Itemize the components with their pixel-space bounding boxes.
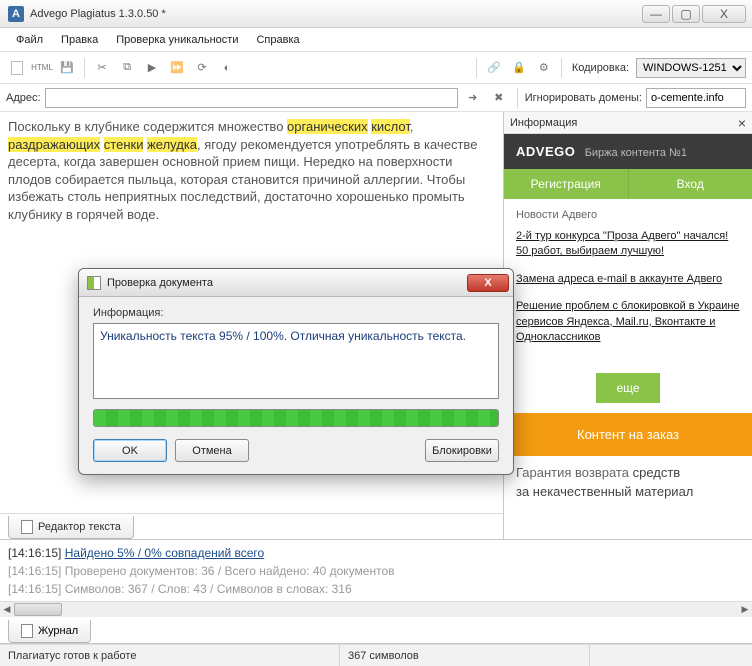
separator (517, 88, 518, 108)
toolbar-link-icon[interactable]: 🔗 (483, 57, 505, 79)
text-highlight: кислот (371, 119, 410, 134)
log-link[interactable]: Найдено 5% / 0% (65, 546, 162, 560)
encoding-label: Кодировка: (572, 62, 629, 74)
dialog-info-label: Информация: (93, 307, 499, 319)
text-highlight: желудка (147, 137, 197, 152)
log-horizontal-scrollbar[interactable]: ◀ ▶ (0, 601, 752, 617)
advego-logo: ADVEGO (516, 144, 575, 159)
cancel-button[interactable]: Отмена (175, 439, 249, 462)
status-chars: 367 символов (340, 645, 590, 666)
window-minimize-button[interactable]: — (642, 5, 670, 23)
tab-editor[interactable]: Редактор текста (8, 516, 134, 539)
toolbar-separator (476, 58, 477, 78)
news-block: Новости Адвего 2-й тур конкурса "Проза А… (504, 199, 752, 367)
document-icon (21, 624, 33, 638)
info-panel-title: Информация (510, 117, 577, 129)
toolbar-gear-icon[interactable]: ⚙ (533, 57, 555, 79)
window-maximize-button[interactable]: ▢ (672, 5, 700, 23)
clear-address-icon[interactable]: ✖ (488, 87, 510, 109)
address-label: Адрес: (6, 92, 41, 104)
ok-button[interactable]: OK (93, 439, 167, 462)
scroll-left-icon[interactable]: ◀ (0, 602, 14, 617)
info-panel: Информация × ADVEGO Биржа контента №1 Ре… (504, 112, 752, 539)
editor-tabs: Редактор текста (0, 513, 503, 539)
dialog-buttons: OK Отмена Блокировки (93, 439, 499, 462)
news-link[interactable]: 2-й тур конкурса "Проза Адвего" начался!… (516, 229, 740, 260)
toolbar-html-icon[interactable]: HTML (31, 57, 53, 79)
tab-label: Журнал (38, 625, 78, 637)
register-button[interactable]: Регистрация (504, 169, 628, 199)
log-link[interactable]: совпадений всего (162, 546, 264, 560)
check-dialog: Проверка документа X Информация: Уникаль… (78, 268, 514, 475)
dialog-progressbar (93, 409, 499, 427)
toolbar-new-icon[interactable] (6, 57, 28, 79)
log-text[interactable]: [14:16:15] Найдено 5% / 0% совпадений вс… (0, 540, 752, 601)
dialog-title: Проверка документа (107, 277, 467, 289)
toolbar-copy-icon[interactable]: ⧉ (116, 57, 138, 79)
login-button[interactable]: Вход (628, 169, 752, 199)
dialog-icon (87, 276, 101, 290)
address-bar: Адрес: ➜ ✖ Игнорировать домены: (0, 84, 752, 112)
log-timestamp: [14:16:15] (8, 546, 61, 560)
order-content-button[interactable]: Контент на заказ (504, 413, 752, 456)
text-highlight: стенки (104, 137, 144, 152)
window-close-button[interactable]: X (702, 5, 746, 23)
menubar: Файл Правка Проверка уникальности Справк… (0, 28, 752, 52)
menu-edit[interactable]: Правка (53, 31, 106, 49)
tab-label: Редактор текста (38, 521, 121, 533)
info-panel-close-icon[interactable]: × (738, 115, 746, 131)
dialog-body: Информация: Уникальность текста 95% / 10… (79, 297, 513, 474)
log-tabs: Журнал (0, 617, 752, 643)
ignore-domains-input[interactable] (646, 88, 746, 108)
tab-log[interactable]: Журнал (8, 620, 91, 643)
toolbar-separator (561, 58, 562, 78)
advego-banner: ADVEGO Биржа контента №1 (504, 134, 752, 169)
advego-nav: Регистрация Вход (504, 169, 752, 199)
toolbar-refresh-icon[interactable]: ⟳ (191, 57, 213, 79)
advego-tagline: Биржа контента №1 (585, 147, 687, 159)
toolbar-ff-icon[interactable]: ⏩ (166, 57, 188, 79)
menu-help[interactable]: Справка (248, 31, 307, 49)
log-line: [14:16:15] Проверено документов: 36 / Вс… (8, 562, 744, 580)
guarantee-text: Гарантия возврата средств за некачествен… (504, 456, 752, 508)
dialog-titlebar: Проверка документа X (79, 269, 513, 297)
toolbar-play-icon[interactable]: ▶ (141, 57, 163, 79)
dialog-close-button[interactable]: X (467, 274, 509, 292)
toolbar-globe-icon[interactable]: ◐ (216, 57, 238, 79)
text-highlight: органических (287, 119, 368, 134)
toolbar-lock-icon[interactable]: 🔒 (508, 57, 530, 79)
dialog-info-text: Уникальность текста 95% / 100%. Отличная… (93, 323, 499, 399)
ignore-domains-label: Игнорировать домены: (525, 92, 642, 104)
text-fragment: Поскольку в клубнике содержится множеств… (8, 119, 287, 134)
more-button[interactable]: еще (596, 373, 660, 403)
news-link[interactable]: Замена адреса e-mail в аккаунте Адвего (516, 272, 740, 287)
address-input[interactable] (45, 88, 458, 108)
window-titlebar: A Advego Plagiatus 1.3.0.50 * — ▢ X (0, 0, 752, 28)
menu-file[interactable]: Файл (8, 31, 51, 49)
scroll-right-icon[interactable]: ▶ (738, 602, 752, 617)
toolbar-separator (84, 58, 85, 78)
toolbar: HTML 💾 ✂ ⧉ ▶ ⏩ ⟳ ◐ 🔗 🔒 ⚙ Кодировка: WIND… (0, 52, 752, 84)
menu-check[interactable]: Проверка уникальности (108, 31, 246, 49)
encoding-select[interactable]: WINDOWS-1251 (636, 58, 746, 78)
log-pane: [14:16:15] Найдено 5% / 0% совпадений вс… (0, 540, 752, 644)
status-ready: Плагиатус готов к работе (0, 645, 340, 666)
info-panel-header: Информация × (504, 112, 752, 134)
blocklist-button[interactable]: Блокировки (425, 439, 499, 462)
document-icon (21, 520, 33, 534)
progressbar-fill (94, 410, 498, 426)
toolbar-save-icon[interactable]: 💾 (56, 57, 78, 79)
go-icon[interactable]: ➜ (462, 87, 484, 109)
log-line: [14:16:15] Символов: 367 / Слов: 43 / Си… (8, 580, 744, 598)
news-header: Новости Адвего (516, 209, 740, 221)
scrollbar-thumb[interactable] (14, 603, 62, 616)
statusbar: Плагиатус готов к работе 367 символов (0, 644, 752, 666)
news-link[interactable]: Решение проблем с блокировкой в Украине … (516, 299, 740, 345)
app-icon: A (8, 6, 24, 22)
window-title: Advego Plagiatus 1.3.0.50 * (30, 8, 642, 20)
text-highlight: раздражающих (8, 137, 100, 152)
toolbar-cut-icon[interactable]: ✂ (91, 57, 113, 79)
